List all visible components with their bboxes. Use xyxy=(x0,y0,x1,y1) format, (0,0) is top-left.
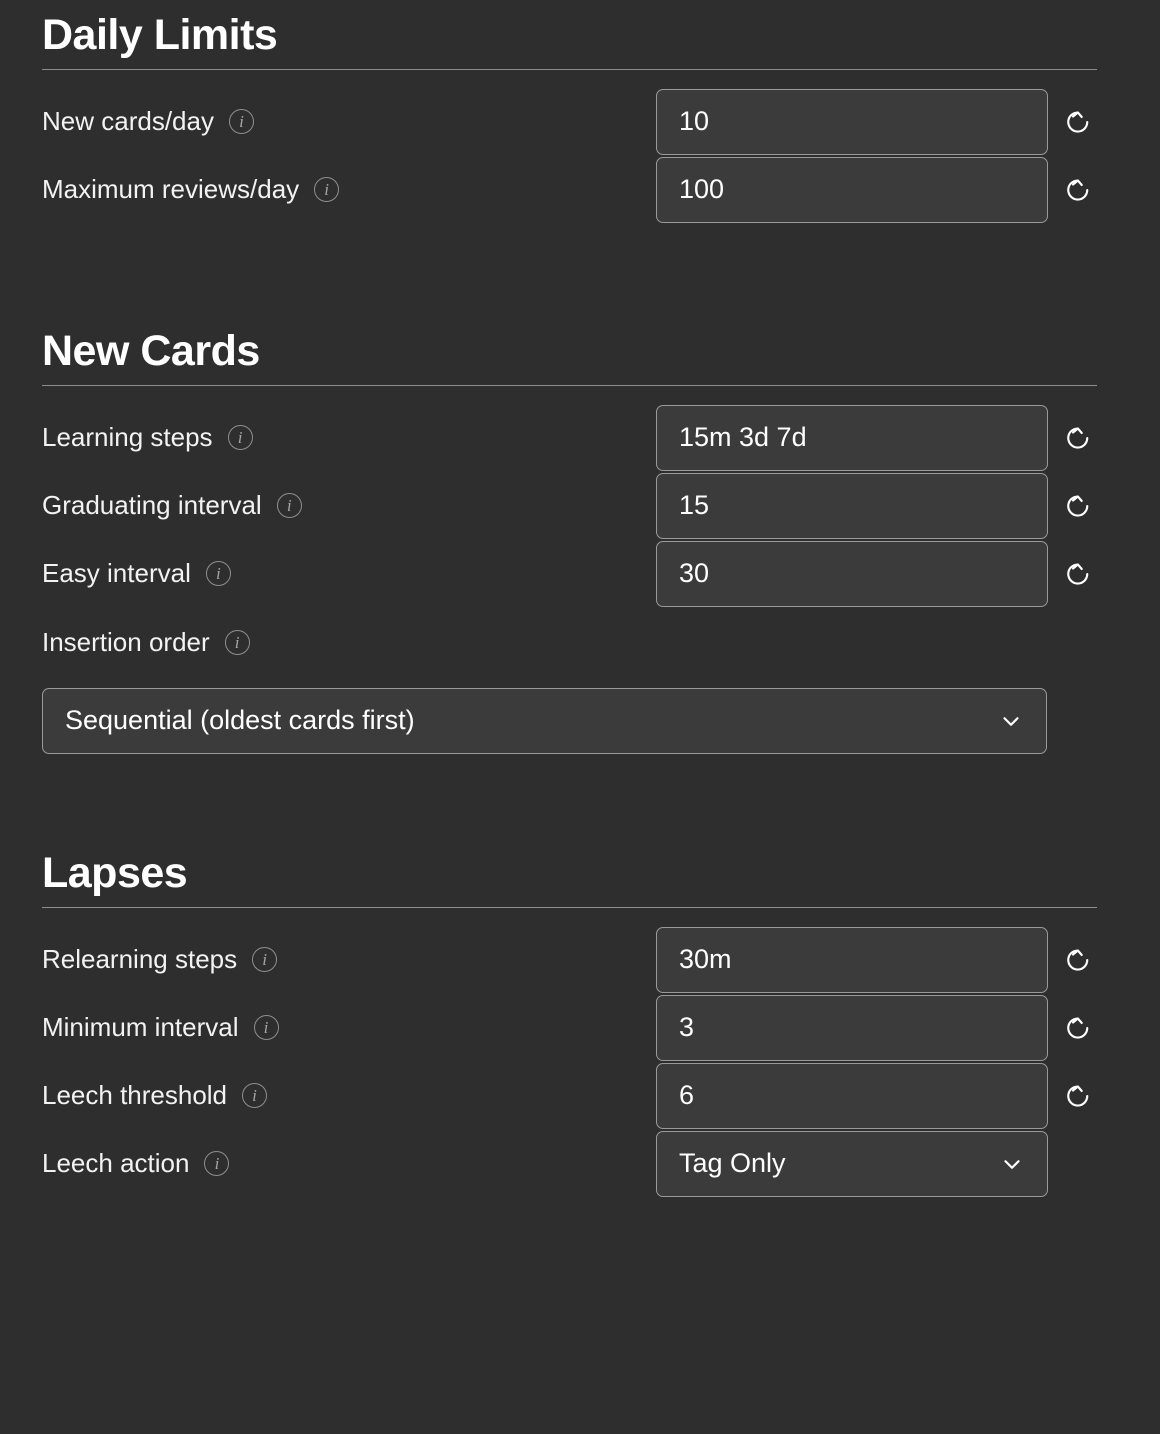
row-label: Easy interval i xyxy=(42,558,231,589)
row-control: 15 xyxy=(656,472,1100,539)
insertion-order-value: Sequential (oldest cards first) xyxy=(65,705,415,736)
info-glyph: i xyxy=(324,179,330,199)
minimum-interval-input[interactable]: 3 xyxy=(656,994,1048,1061)
info-icon[interactable]: i xyxy=(252,947,278,973)
learning-steps-input[interactable]: 15m 3d 7d xyxy=(656,404,1048,471)
graduating-interval-input[interactable]: 15 xyxy=(656,472,1048,539)
reset-icon[interactable] xyxy=(1056,168,1100,212)
reset-icon[interactable] xyxy=(1056,484,1100,528)
info-icon[interactable]: i xyxy=(242,1083,268,1109)
relearning-steps-input[interactable]: 30m xyxy=(656,926,1048,993)
info-glyph: i xyxy=(239,111,244,131)
row-relearning-steps: Relearning steps i 30m xyxy=(42,926,1097,994)
info-icon[interactable]: i xyxy=(253,1015,279,1041)
section-new-cards: New Cards Learning steps i 15m 3d 7d Gra… xyxy=(42,316,1097,754)
reset-icon[interactable] xyxy=(1056,1074,1100,1118)
info-glyph: i xyxy=(214,1153,220,1173)
info-icon[interactable]: i xyxy=(314,177,340,203)
row-label-text: Relearning steps xyxy=(42,944,238,975)
info-glyph: i xyxy=(262,949,267,969)
deck-options-page: Daily Limits New cards/day i 10 Maximum xyxy=(0,0,1160,1434)
row-control: 6 xyxy=(656,1062,1100,1129)
row-control: Tag Only xyxy=(656,1130,1048,1197)
info-icon[interactable]: i xyxy=(204,1151,230,1177)
row-control: 30 xyxy=(656,540,1100,607)
row-control: Sequential (oldest cards first) xyxy=(42,687,1097,754)
row-label: Leech threshold i xyxy=(42,1080,268,1111)
info-icon[interactable]: i xyxy=(227,425,253,451)
row-control: 100 xyxy=(656,156,1100,223)
row-label-text: New cards/day xyxy=(42,106,214,137)
row-leech-threshold: Leech threshold i 6 xyxy=(42,1062,1097,1130)
row-label: New cards/day i xyxy=(42,106,254,137)
row-label-text: Leech action xyxy=(42,1148,190,1179)
reset-icon[interactable] xyxy=(1056,100,1100,144)
row-control: 3 xyxy=(656,994,1100,1061)
info-icon[interactable]: i xyxy=(205,561,231,587)
info-glyph: i xyxy=(237,427,243,447)
row-label: Minimum interval i xyxy=(42,1012,279,1043)
row-label-text: Graduating interval xyxy=(42,490,262,521)
maximum-reviews-per-day-input[interactable]: 100 xyxy=(656,156,1048,223)
row-graduating-interval: Graduating interval i 15 xyxy=(42,472,1097,540)
info-glyph: i xyxy=(286,495,292,515)
section-lapses: Lapses Relearning steps i 30m Minimum in… xyxy=(42,838,1097,1198)
row-label: Relearning steps i xyxy=(42,944,278,975)
row-label: Leech action i xyxy=(42,1148,230,1179)
row-leech-action: Leech action i Tag Only xyxy=(42,1130,1097,1198)
info-glyph: i xyxy=(252,1085,257,1105)
leech-action-select[interactable]: Tag Only xyxy=(656,1130,1048,1197)
row-minimum-interval: Minimum interval i 3 xyxy=(42,994,1097,1062)
row-learning-steps: Learning steps i 15m 3d 7d xyxy=(42,404,1097,472)
info-glyph: i xyxy=(215,563,221,583)
row-label-text: Leech threshold xyxy=(42,1080,228,1111)
row-maximum-reviews-per-day: Maximum reviews/day i 100 xyxy=(42,156,1097,224)
row-label-text: Learning steps xyxy=(42,422,213,453)
info-glyph: i xyxy=(234,632,240,652)
row-label-text: Minimum interval xyxy=(42,1012,239,1043)
section-title: Lapses xyxy=(42,848,188,897)
row-control: 10 xyxy=(656,88,1100,155)
info-icon[interactable]: i xyxy=(276,493,302,519)
chevron-down-icon xyxy=(999,1151,1025,1177)
leech-action-value: Tag Only xyxy=(679,1148,786,1179)
row-insertion-order: Insertion order i Sequential (oldest car… xyxy=(42,614,1097,754)
row-control: 30m xyxy=(656,926,1100,993)
row-control: 15m 3d 7d xyxy=(656,404,1100,471)
row-easy-interval: Easy interval i 30 xyxy=(42,540,1097,608)
row-new-cards-per-day: New cards/day i 10 xyxy=(42,88,1097,156)
row-label: Maximum reviews/day i xyxy=(42,174,340,205)
reset-icon[interactable] xyxy=(1056,1006,1100,1050)
row-label: Insertion order i xyxy=(42,614,1097,672)
section-title: Daily Limits xyxy=(42,11,278,59)
section-daily-limits: Daily Limits New cards/day i 10 Maximum xyxy=(42,0,1097,224)
reset-icon[interactable] xyxy=(1056,938,1100,982)
row-label: Graduating interval i xyxy=(42,490,302,521)
row-label: Learning steps i xyxy=(42,422,253,453)
reset-icon[interactable] xyxy=(1056,416,1100,460)
row-label-text: Maximum reviews/day xyxy=(42,174,300,205)
reset-icon[interactable] xyxy=(1056,552,1100,596)
chevron-down-icon xyxy=(998,708,1024,734)
easy-interval-input[interactable]: 30 xyxy=(656,540,1048,607)
row-label-text: Insertion order xyxy=(42,627,210,658)
insertion-order-select[interactable]: Sequential (oldest cards first) xyxy=(42,687,1047,754)
leech-threshold-input[interactable]: 6 xyxy=(656,1062,1048,1129)
section-title: New Cards xyxy=(42,326,260,375)
row-label-text: Easy interval xyxy=(42,558,191,589)
info-icon[interactable]: i xyxy=(224,630,250,656)
info-icon[interactable]: i xyxy=(228,109,254,135)
info-glyph: i xyxy=(263,1017,269,1037)
new-cards-per-day-input[interactable]: 10 xyxy=(656,88,1048,155)
